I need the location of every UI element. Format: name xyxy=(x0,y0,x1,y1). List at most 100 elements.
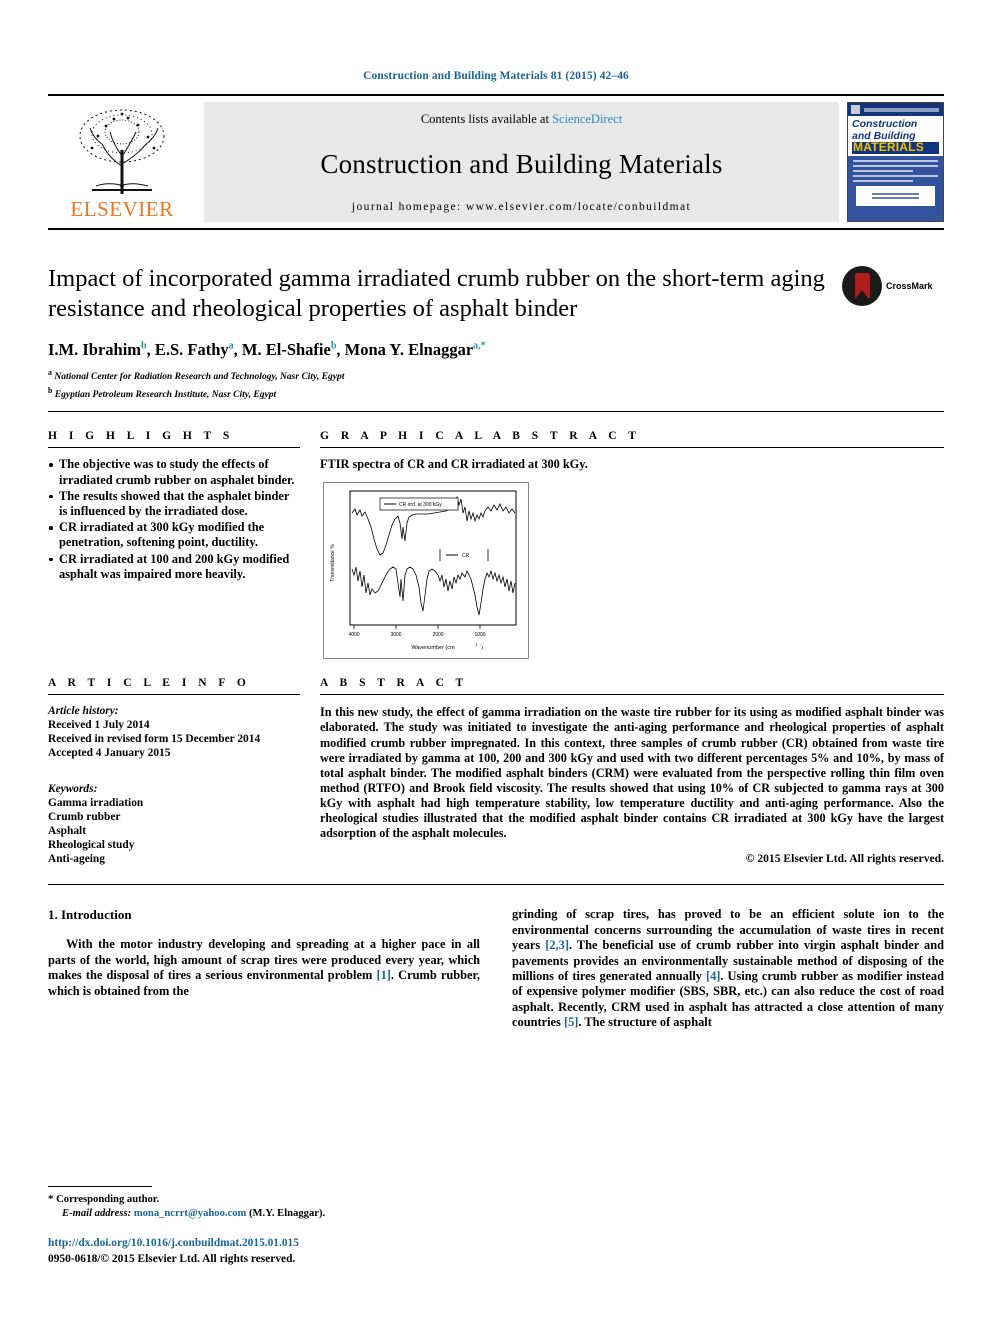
list-item: The results showed that the asphalet bin… xyxy=(48,489,300,519)
keyword-item: Gamma irradiation xyxy=(48,797,144,810)
email-owner: (M.Y. Elnaggar). xyxy=(249,1208,326,1219)
author-name: I.M. Ibrahim xyxy=(48,340,142,359)
article-info-heading: A R T I C L E I N F O xyxy=(48,677,251,690)
abstract-text: In this new study, the effect of gamma i… xyxy=(320,705,944,841)
svg-text:4000: 4000 xyxy=(348,632,359,638)
cover-footer-line xyxy=(871,196,920,199)
citation-link[interactable]: [2,3] xyxy=(545,938,569,952)
corresponding-author-note: * Corresponding author. xyxy=(48,1192,448,1207)
cover-text-line xyxy=(853,179,913,182)
running-head: Construction and Building Materials 81 (… xyxy=(363,70,629,82)
cover-topbar xyxy=(848,103,943,116)
ftir-chart: Transmittance % 4000 3000 2000 1000 Wave… xyxy=(330,490,517,651)
abstract-copyright: © 2015 Elsevier Ltd. All rights reserved… xyxy=(745,852,944,866)
svg-text:CR irrd. at 300 kGy: CR irrd. at 300 kGy xyxy=(399,502,442,508)
article-page: Construction and Building Materials 81 (… xyxy=(0,0,992,1323)
article-info-abstract-area: A R T I C L E I N F O Article history: R… xyxy=(48,659,944,866)
history-item: Accepted 4 January 2015 xyxy=(48,747,171,760)
crossmark-label: CrossMark xyxy=(886,281,933,291)
keywords-label: Keywords: xyxy=(48,783,98,796)
elsevier-wordmark: ELSEVIER xyxy=(70,197,174,221)
crossmark-badge[interactable]: CrossMark xyxy=(842,266,944,306)
journal-title: Construction and Building Materials xyxy=(320,148,723,179)
contents-prefix: Contents lists available at xyxy=(420,112,553,126)
corresponding-author-mark: * xyxy=(48,1193,54,1205)
journal-band: Contents lists available at ScienceDirec… xyxy=(204,102,839,222)
section-heading: 1. Introduction xyxy=(48,907,132,923)
graphical-abstract-column: G R A P H I C A L A B S T R A C T FTIR s… xyxy=(320,412,944,660)
body-column-right: grinding of scrap tires, has proved to b… xyxy=(512,907,944,1030)
email-link[interactable]: mona_ncrrt@yahoo.com xyxy=(134,1208,247,1219)
cover-text-line xyxy=(853,164,938,167)
affiliation-line: b Egyptian Petroleum Research Institute,… xyxy=(48,385,944,402)
list-item: The objective was to study the effects o… xyxy=(48,457,300,487)
doi-link[interactable]: http://dx.doi.org/10.1016/j.conbuildmat.… xyxy=(48,1237,448,1249)
author-affil-mark: b xyxy=(330,340,337,352)
citation-link[interactable]: [5] xyxy=(564,1015,578,1029)
body-paragraph: With the motor industry developing and s… xyxy=(48,937,480,999)
highlights-graphical-abstract-area: H I G H L I G H T S The objective was to… xyxy=(48,412,944,660)
cover-bar xyxy=(864,107,939,112)
svg-text:3000: 3000 xyxy=(390,632,401,638)
highlights-list: The objective was to study the effects o… xyxy=(48,457,300,582)
doi-block: http://dx.doi.org/10.1016/j.conbuildmat.… xyxy=(48,1237,448,1267)
keyword-item: Anti-ageing xyxy=(48,853,105,866)
keyword-item: Asphalt xyxy=(48,825,86,838)
citation-link[interactable]: [1] xyxy=(376,968,390,982)
author-name: Mona Y. Elnaggar xyxy=(344,340,474,359)
divider xyxy=(48,884,944,886)
affiliation-text: National Center for Radiation Research a… xyxy=(54,372,345,383)
divider xyxy=(48,694,300,696)
article-history-label: Article history: xyxy=(48,705,119,718)
history-item: Received 1 July 2014 xyxy=(48,719,150,732)
journal-cover-thumbnail: Construction and Building MATERIALS xyxy=(847,102,944,222)
divider xyxy=(320,447,944,449)
affiliation-line: a National Center for Radiation Research… xyxy=(48,367,944,384)
cover-title-line3: MATERIALS xyxy=(852,141,939,154)
abstract-column: A B S T R A C T In this new study, the e… xyxy=(320,659,944,866)
email-line: E-mail address: mona_ncrrt@yahoo.com (M.… xyxy=(48,1207,448,1221)
svg-text:1000: 1000 xyxy=(474,632,485,638)
list-item: CR irradiated at 300 kGy modified the pe… xyxy=(48,520,300,550)
highlights-column: H I G H L I G H T S The objective was to… xyxy=(48,412,320,659)
affiliation-mark: a xyxy=(48,368,52,377)
cover-text-line xyxy=(853,174,938,177)
corresponding-author-text: Corresponding author. xyxy=(56,1194,160,1205)
affiliation-mark: b xyxy=(48,385,53,395)
journal-homepage-link[interactable]: journal homepage: www.elsevier.com/locat… xyxy=(352,201,691,213)
body-column-left: 1. Introduction With the motor industry … xyxy=(48,907,480,1030)
contents-available-line: Contents lists available at ScienceDirec… xyxy=(421,112,622,127)
sciencedirect-link[interactable]: ScienceDirect xyxy=(552,112,622,126)
affiliation-text: Egyptian Petroleum Research Institute, N… xyxy=(54,389,277,400)
history-item: Received in revised form 15 December 201… xyxy=(48,733,261,746)
cover-text-line xyxy=(853,169,913,172)
list-item: CR irradiated at 100 and 200 kGy modifie… xyxy=(48,552,300,582)
svg-text:CR: CR xyxy=(462,553,470,559)
cover-body xyxy=(848,155,943,221)
cover-footer xyxy=(856,185,935,206)
divider xyxy=(48,447,300,449)
paragraph-text: . The structure of asphalt xyxy=(578,1015,712,1030)
graphical-abstract-heading: G R A P H I C A L A B S T R A C T xyxy=(320,430,641,443)
svg-text:2000: 2000 xyxy=(432,632,443,638)
cover-title: Construction and Building MATERIALS xyxy=(848,116,943,156)
author-affil-mark: a xyxy=(228,340,234,352)
elsevier-tree-icon xyxy=(79,109,165,194)
cover-title-line1: Construction xyxy=(852,118,918,130)
citation-link[interactable]: [4] xyxy=(706,969,720,983)
keywords-block: Keywords: Gamma irradiation Crumb rubber… xyxy=(48,782,300,866)
author-name: E.S. Fathy xyxy=(154,340,229,359)
author-affil-mark: b xyxy=(141,340,147,352)
author-list: I.M. Ibrahimb, E.S. Fathya, M. El-Shafie… xyxy=(48,340,486,359)
cover-footer-line xyxy=(871,192,920,195)
page-title: Impact of incorporated gamma irradiated … xyxy=(48,265,825,322)
elsevier-logo: ELSEVIER xyxy=(48,102,196,222)
article-history: Article history: Received 1 July 2014 Re… xyxy=(48,704,300,760)
svg-text:Transmittance %: Transmittance % xyxy=(330,544,336,582)
keyword-item: Rheological study xyxy=(48,839,135,852)
cover-text-line xyxy=(853,159,938,162)
ftir-spectra-figure: Transmittance % 4000 3000 2000 1000 Wave… xyxy=(323,482,529,660)
article-info-column: A R T I C L E I N F O Article history: R… xyxy=(48,659,320,866)
highlights-heading: H I G H L I G H T S xyxy=(48,430,234,443)
abstract-heading: A B S T R A C T xyxy=(320,677,468,690)
